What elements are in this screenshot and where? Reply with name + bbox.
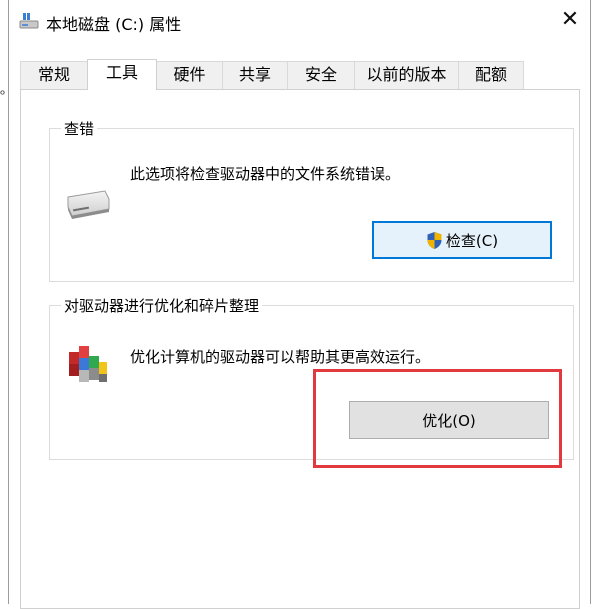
tab-strip: 常规 工具 硬件 共享 安全 以前的版本 配额 — [20, 59, 579, 90]
uac-shield-icon — [427, 231, 442, 249]
tab-tools[interactable]: 工具 — [87, 59, 157, 90]
drive-icon — [67, 190, 110, 219]
optimize-group-label: 对驱动器进行优化和碎片整理 — [61, 295, 263, 316]
properties-dialog: 本地磁盘 (C:) 属性 ✕ 常规 工具 硬件 共享 安全 以前的版本 配额 查… — [8, 0, 591, 609]
title-bar[interactable]: 本地磁盘 (C:) 属性 ✕ — [9, 0, 590, 44]
drive-title-icon — [19, 13, 39, 29]
window-title: 本地磁盘 (C:) 属性 — [46, 15, 182, 34]
optimize-button-label: 优化(O) — [422, 411, 476, 430]
error-check-group: 查错 此选项将检查驱动器中的文件系统错误。 检查(C) — [49, 118, 574, 282]
error-check-description: 此选项将检查驱动器中的文件系统错误。 — [130, 165, 401, 183]
close-button[interactable]: ✕ — [554, 4, 586, 36]
optimize-group: 对驱动器进行优化和碎片整理 优化计算机的驱动器可以帮助其更高效运行。 优化(O) — [49, 295, 574, 460]
defrag-icon — [69, 346, 107, 382]
tab-general[interactable]: 常规 — [20, 61, 88, 89]
close-icon: ✕ — [560, 7, 580, 32]
check-button-label: 检查(C) — [445, 231, 499, 250]
tab-quota[interactable]: 配额 — [458, 61, 524, 89]
error-check-group-label: 查错 — [61, 118, 98, 139]
optimize-description: 优化计算机的驱动器可以帮助其更高效运行。 — [130, 348, 431, 366]
backdrop-edge-text: ᵒ — [0, 88, 6, 103]
tab-sharing[interactable]: 共享 — [222, 61, 288, 89]
tab-previous-versions[interactable]: 以前的版本 — [354, 61, 459, 89]
tab-hardware[interactable]: 硬件 — [156, 61, 223, 89]
check-button[interactable]: 检查(C) — [372, 221, 552, 259]
tab-security[interactable]: 安全 — [287, 61, 355, 89]
optimize-button[interactable]: 优化(O) — [349, 401, 549, 439]
tools-tab-panel: 查错 此选项将检查驱动器中的文件系统错误。 检查(C) 对驱动器进行优化和碎片整… — [20, 89, 580, 609]
